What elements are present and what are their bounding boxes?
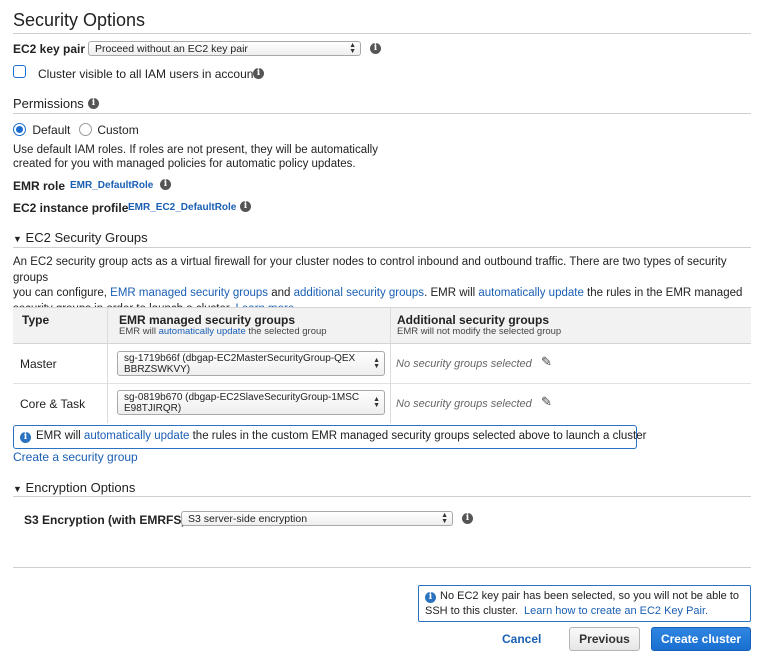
radio-custom-label: Custom [97, 122, 139, 137]
permissions-default-option[interactable]: Default [13, 122, 70, 137]
master-sg-select[interactable]: sg-1719b66f (dbgap-EC2MasterSecurityGrou… [117, 351, 385, 376]
cancel-button[interactable]: Cancel [502, 632, 541, 646]
emr-role-link[interactable]: EMR_DefaultRole [70, 180, 153, 191]
radio-custom[interactable] [79, 123, 92, 137]
select-line: BBRZSWKVY) [124, 364, 191, 375]
info-icon: i [20, 432, 31, 443]
create-security-group-link[interactable]: Create a security group [13, 450, 138, 464]
caret-down-icon: ▼ [13, 234, 22, 244]
text: EMR will [36, 430, 84, 442]
select-arrows-icon: ▲ ▼ [373, 356, 380, 370]
info-icon[interactable]: i [240, 201, 251, 212]
divider [13, 247, 751, 248]
select-line: E98TJIRQR) [124, 403, 182, 414]
info-icon: i [425, 592, 436, 603]
row-divider [13, 383, 751, 384]
s3-encryption-label: S3 Encryption (with EMRFS) [24, 513, 186, 527]
permissions-description-line: created for you with managed policies fo… [13, 158, 356, 170]
divider [13, 113, 751, 114]
notice-text: SSH to this cluster. [425, 605, 525, 617]
select-line: sg-0819b670 (dbgap-EC2SlaveSecurityGroup… [124, 392, 360, 403]
cluster-visible-checkbox[interactable] [13, 65, 26, 78]
text: the rules in the custom EMR managed secu… [189, 430, 647, 442]
text: the selected group [245, 326, 327, 337]
sg-desc-line: you can configure, EMR managed security … [13, 286, 758, 302]
cluster-visible-label: Cluster visible to all IAM users in acco… [38, 67, 257, 81]
previous-button[interactable]: Previous [569, 627, 640, 651]
permissions-description-line: Use default IAM roles. If roles are not … [13, 144, 378, 156]
info-icon[interactable]: i [160, 179, 171, 190]
notice-text: No EC2 key pair has been selected, so yo… [440, 590, 740, 602]
text: you can configure, [13, 287, 111, 299]
col-emr-header: EMR managed security groups [119, 313, 296, 327]
select-line: sg-1719b66f (dbgap-EC2MasterSecurityGrou… [124, 353, 356, 364]
info-icon[interactable]: i [462, 513, 473, 524]
instance-profile-link[interactable]: EMR_EC2_DefaultRole [128, 202, 236, 213]
master-additional-sg: No security groups selected [396, 358, 532, 370]
info-icon[interactable]: i [253, 68, 264, 79]
col-emr-subheader: EMR will automatically update the select… [119, 326, 327, 337]
key-pair-notice: i No EC2 key pair has been selected, so y… [418, 585, 751, 622]
auto-update-link[interactable]: automatically update [84, 430, 189, 442]
column-divider [107, 307, 108, 423]
ec2-key-pair-label: EC2 key pair [13, 42, 86, 56]
s3-encryption-value: S3 server-side encryption [188, 514, 308, 524]
encryption-section-toggle[interactable]: ▼ Encryption Options [13, 480, 135, 495]
text: the rules in the EMR managed [583, 287, 743, 299]
additional-sg-link[interactable]: additional security groups [294, 287, 424, 299]
permissions-description: Use default IAM roles. If roles are not … [13, 143, 378, 171]
select-arrows-icon: ▲ ▼ [373, 395, 380, 409]
encryption-heading: Encryption Options [25, 480, 136, 495]
row-type-master: Master [20, 357, 57, 371]
info-icon[interactable]: i [370, 43, 381, 54]
core-task-sg-select[interactable]: sg-0819b670 (dbgap-EC2SlaveSecurityGroup… [117, 390, 385, 415]
create-cluster-button[interactable]: Create cluster [651, 627, 751, 651]
divider [13, 567, 751, 568]
ec2-key-pair-select[interactable]: Proceed without an EC2 key pair ▲ ▼ [88, 41, 361, 56]
page-title: Security Options [13, 10, 146, 30]
select-arrows-icon: ▲ ▼ [349, 41, 356, 55]
radio-default-label: Default [32, 122, 71, 137]
row-type-core-task: Core & Task [20, 397, 86, 411]
text: and [268, 287, 294, 299]
auto-update-link[interactable]: automatically update [478, 287, 583, 299]
edit-pencil-icon[interactable]: ✎ [541, 394, 552, 410]
col-additional-subheader: EMR will not modify the selected group [397, 326, 562, 337]
sg-info-box: i EMR will automatically update the rules… [13, 425, 646, 449]
info-icon[interactable]: i [88, 98, 99, 109]
s3-encryption-select[interactable]: S3 server-side encryption ▲ ▼ [181, 511, 453, 526]
edit-pencil-icon[interactable]: ✎ [541, 354, 552, 370]
divider [13, 33, 751, 34]
sg-heading: EC2 Security Groups [25, 230, 148, 245]
core-task-additional-sg: No security groups selected [396, 398, 532, 410]
text: EMR will [119, 326, 159, 337]
permissions-heading: Permissions [13, 96, 84, 111]
col-type-header: Type [22, 313, 50, 327]
col-additional-header: Additional security groups [397, 313, 550, 327]
emr-managed-sg-link[interactable]: EMR managed security groups [110, 287, 268, 299]
radio-default[interactable] [13, 123, 26, 137]
caret-down-icon: ▼ [13, 484, 22, 494]
sg-desc-line: An EC2 security group acts as a virtual … [13, 256, 727, 284]
column-divider [390, 307, 391, 423]
ec2-key-pair-value: Proceed without an EC2 key pair [95, 44, 248, 54]
instance-profile-label: EC2 instance profile [13, 201, 129, 215]
auto-update-link[interactable]: automatically update [159, 326, 246, 337]
permissions-custom-option[interactable]: Custom [79, 122, 139, 137]
sg-section-toggle[interactable]: ▼ EC2 Security Groups [13, 230, 148, 245]
emr-role-label: EMR role [13, 179, 66, 193]
select-arrows-icon: ▲ ▼ [441, 511, 448, 525]
text: . EMR will [424, 287, 479, 299]
learn-key-pair-link[interactable]: Learn how to create an EC2 Key Pair. [524, 605, 708, 617]
divider [13, 496, 751, 497]
